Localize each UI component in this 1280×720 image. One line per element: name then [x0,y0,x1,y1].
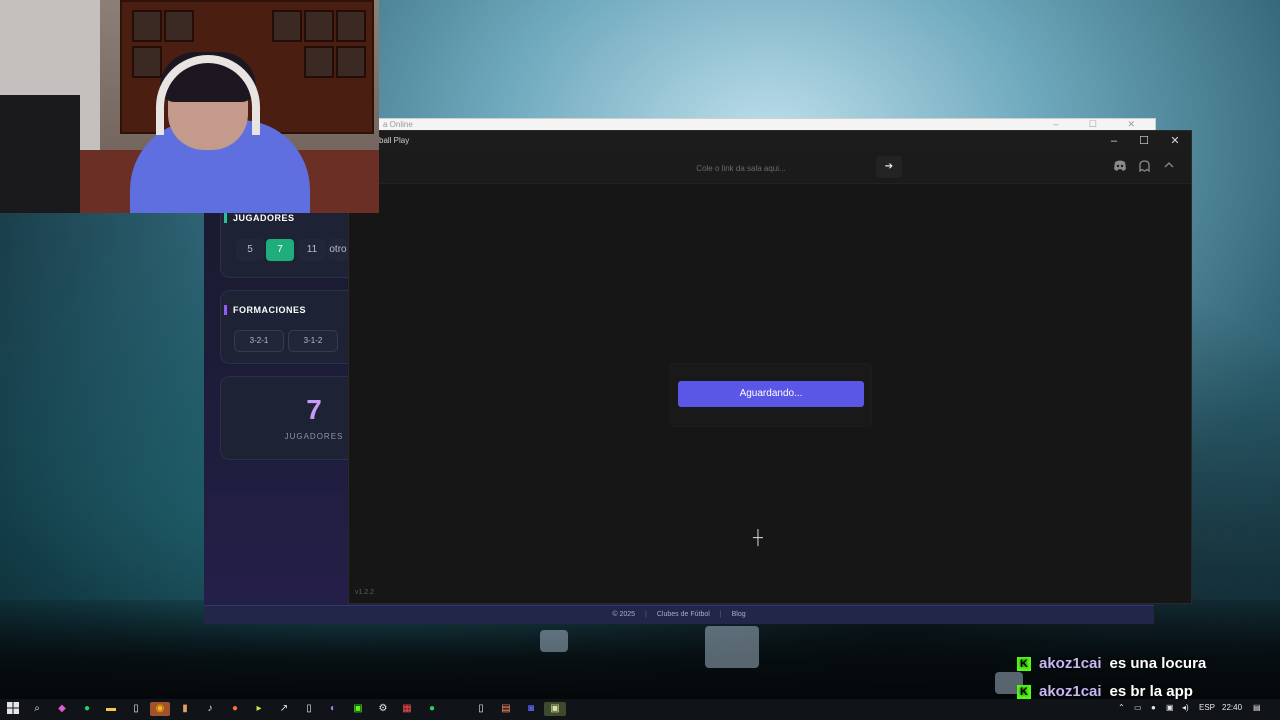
discord-icon[interactable] [1113,160,1127,174]
app-icon[interactable]: ▮ [178,702,192,716]
footer-link-blog[interactable]: Blog [732,611,746,618]
file-icon[interactable]: ▯ [302,702,316,716]
settings-icon[interactable]: ⚙ [376,702,390,716]
wallpaper-phone-light [540,630,568,652]
background-window-controls[interactable]: – ☐ ✕ [1053,119,1149,130]
chat-text: es una locura [1109,655,1207,672]
app-version: v1.2.2 [355,589,375,596]
windows-taskbar: ⌕ ◆ ● ▬ ▯ ◉ ▮ ♪ ● ▸ ↗ ▯ ◐ ▣ ⚙ ▦ ● ▯ ▤ ◙ … [0,699,1280,720]
app-icon[interactable]: ▦ [400,702,414,716]
crosshair-cursor-icon: ┼ [753,529,763,545]
player-count-5[interactable]: 5 [236,239,264,261]
cabinet-pane [304,10,334,42]
status-card: Aguardando... [670,363,872,427]
arrow-right-icon: ➔ [884,161,894,172]
wallpaper-phone-light [705,626,759,668]
file-explorer-icon[interactable]: ▬ [104,702,118,716]
formation-3-2-1[interactable]: 3-2-1 [234,330,284,352]
cabinet-pane [132,10,162,42]
copilot-icon[interactable]: ◆ [55,702,69,716]
chat-username: akoz1cai [1039,655,1102,672]
active-app-icon[interactable]: ▣ [544,702,566,716]
cabinet-pane [132,46,162,78]
app-icon[interactable]: ▸ [252,702,266,716]
start-menu-icon[interactable] [6,702,20,716]
app-title: ball Play [379,136,410,145]
formation-3-1-2[interactable]: 3-1-2 [288,330,338,352]
obs-icon[interactable]: ◐ [326,702,340,716]
minimize-button[interactable]: – [1099,133,1129,149]
kick-badge-icon: K [1017,685,1031,699]
chat-text: es br la app [1109,683,1193,700]
chevron-up-icon[interactable]: ⌃ [1118,703,1125,712]
firefox-icon[interactable]: ● [228,702,242,716]
whatsapp-icon[interactable]: ● [425,702,439,716]
cabinet-pane [304,46,334,78]
app-window: ball Play – ☐ ✕ ➔ Aguardando... ┼ v1.2.2 [348,130,1192,604]
close-button[interactable]: ✕ [1160,133,1190,149]
network-icon[interactable]: ▣ [1166,703,1174,712]
formations-section-title: FORMACIONES [224,305,306,315]
room-link-input[interactable] [599,156,883,180]
maximize-button[interactable]: ☐ [1129,133,1159,149]
player-count-7[interactable]: 7 [266,239,294,261]
tiktok-icon[interactable]: ♪ [203,702,217,716]
chrome-icon[interactable]: ◉ [150,702,170,716]
players-section-title: JUGADORES [224,213,295,223]
language-indicator[interactable]: ESP [1199,703,1215,712]
notification-icon[interactable]: ▤ [1253,703,1261,712]
ghost-icon[interactable] [1137,160,1151,174]
background-window-title: a Online [383,120,413,129]
volume-icon[interactable]: ◂) [1182,703,1189,712]
webapp-footer: © 2025 | Clubes de Fútbol | Blog [204,605,1154,624]
microphone-icon[interactable]: ● [1151,703,1156,712]
footer-link-clubes[interactable]: Clubes de Fútbol [657,611,710,618]
app-titlebar[interactable]: ball Play – ☐ ✕ [349,131,1191,151]
cabinet-pane [164,10,194,42]
waiting-button[interactable]: Aguardando... [678,381,864,407]
kick-badge-icon: K [1017,657,1031,671]
app-toolbar: ➔ [349,151,1191,184]
file-icon[interactable]: ▯ [474,702,488,716]
spotify-icon[interactable]: ● [80,702,94,716]
player-count-other[interactable]: otro [328,239,348,261]
kick-icon[interactable]: ▣ [351,702,365,716]
app-icon[interactable]: ▤ [499,702,513,716]
webcam-desk [0,95,80,213]
app-icon[interactable]: ↗ [277,702,291,716]
tray-icon[interactable]: ▭ [1134,703,1142,712]
file-icon[interactable]: ▯ [129,702,143,716]
chevron-up-icon[interactable] [1162,160,1176,174]
cabinet-pane [336,46,366,78]
clock[interactable]: 22:40 [1222,703,1242,712]
discord-taskbar-icon[interactable]: ◙ [524,702,538,716]
player-count-11[interactable]: 11 [298,239,326,261]
cabinet-pane [272,10,302,42]
cabinet-pane [336,10,366,42]
go-button[interactable]: ➔ [876,156,902,178]
search-icon[interactable]: ⌕ [30,702,44,716]
webcam-overlay [0,0,379,213]
chat-username: akoz1cai [1039,683,1102,700]
footer-copyright: © 2025 [612,611,636,618]
chat-message: Kakoz1cai es una locura [1017,655,1206,675]
